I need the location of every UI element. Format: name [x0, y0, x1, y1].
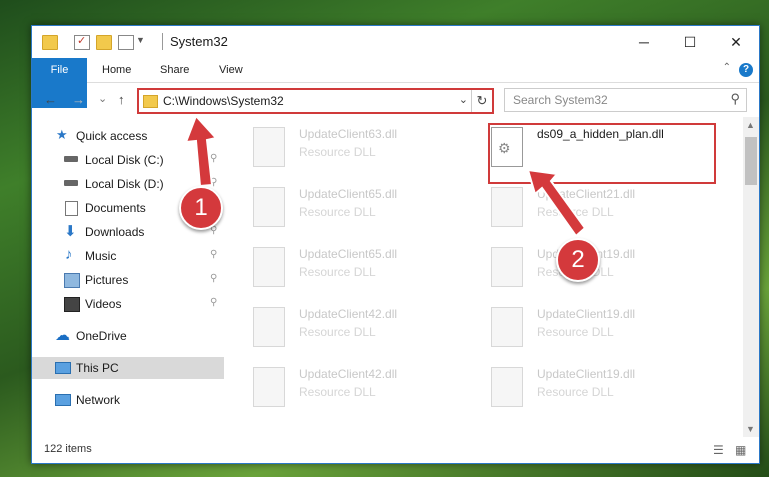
annotation-arrows: [184, 114, 587, 238]
step-2-badge: 2: [556, 238, 600, 282]
arrow-2-shape: [526, 168, 587, 238]
arrow-2: [526, 168, 587, 238]
step-1-badge: 1: [179, 186, 223, 230]
arrow-1-shape: [184, 114, 218, 188]
arrow-1: [184, 114, 218, 188]
